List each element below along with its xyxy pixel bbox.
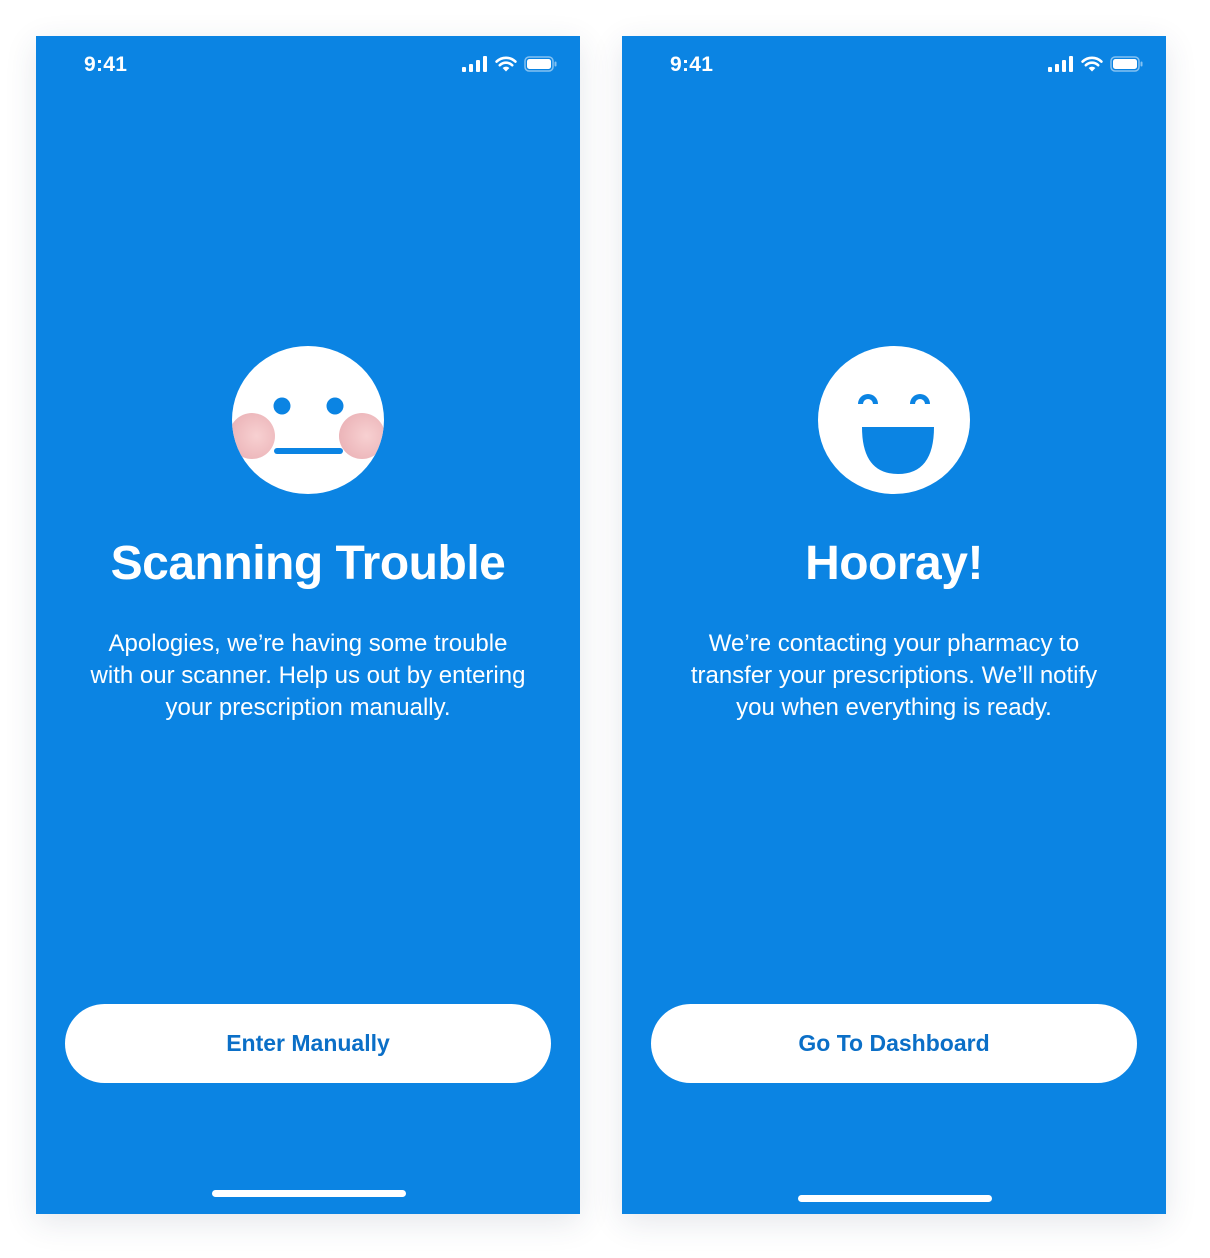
- message-text: Apologies, we’re having some trouble wit…: [76, 628, 540, 724]
- laughing-face-icon: [818, 346, 970, 494]
- status-bar: 9:41: [622, 36, 1166, 96]
- message-line: We’re contacting your pharmacy to: [708, 630, 1080, 657]
- canvas: 9:41 Scanning Trouble Apologies, we’re h…: [0, 0, 1210, 1258]
- message-line: Apologies, we’re having some trouble: [108, 630, 508, 657]
- hooray-screen: 9:41 Hooray! We’re contacting your pharm…: [622, 36, 1166, 1214]
- message-line: you when everything is ready.: [736, 694, 1052, 721]
- status-bar: 9:41: [36, 36, 580, 96]
- status-icons: [462, 56, 558, 72]
- status-icons: [1048, 56, 1144, 72]
- cellular-signal-icon: [462, 56, 487, 72]
- wifi-icon: [1081, 56, 1103, 72]
- message-line: transfer your prescriptions. We’ll notif…: [690, 662, 1098, 689]
- neutral-blushing-face-icon: [232, 346, 384, 494]
- battery-icon: [524, 56, 557, 72]
- page-title: Hooray!: [805, 537, 983, 590]
- enter-manually-button[interactable]: Enter Manually: [65, 1004, 551, 1083]
- wifi-icon: [495, 56, 517, 72]
- status-time: 9:41: [84, 53, 128, 76]
- message-text: We’re contacting your pharmacy to transf…: [662, 628, 1126, 724]
- home-indicator[interactable]: [212, 1190, 406, 1197]
- battery-icon: [1110, 56, 1143, 72]
- home-indicator[interactable]: [798, 1195, 992, 1202]
- scanning-trouble-screen: 9:41 Scanning Trouble Apologies, we’re h…: [36, 36, 580, 1214]
- message-line: with our scanner. Help us out by enterin…: [90, 662, 526, 689]
- cellular-signal-icon: [1048, 56, 1073, 72]
- go-to-dashboard-button[interactable]: Go To Dashboard: [651, 1004, 1137, 1083]
- message-line: your prescription manually.: [165, 694, 451, 721]
- status-time: 9:41: [670, 53, 714, 76]
- page-title: Scanning Trouble: [110, 537, 506, 590]
